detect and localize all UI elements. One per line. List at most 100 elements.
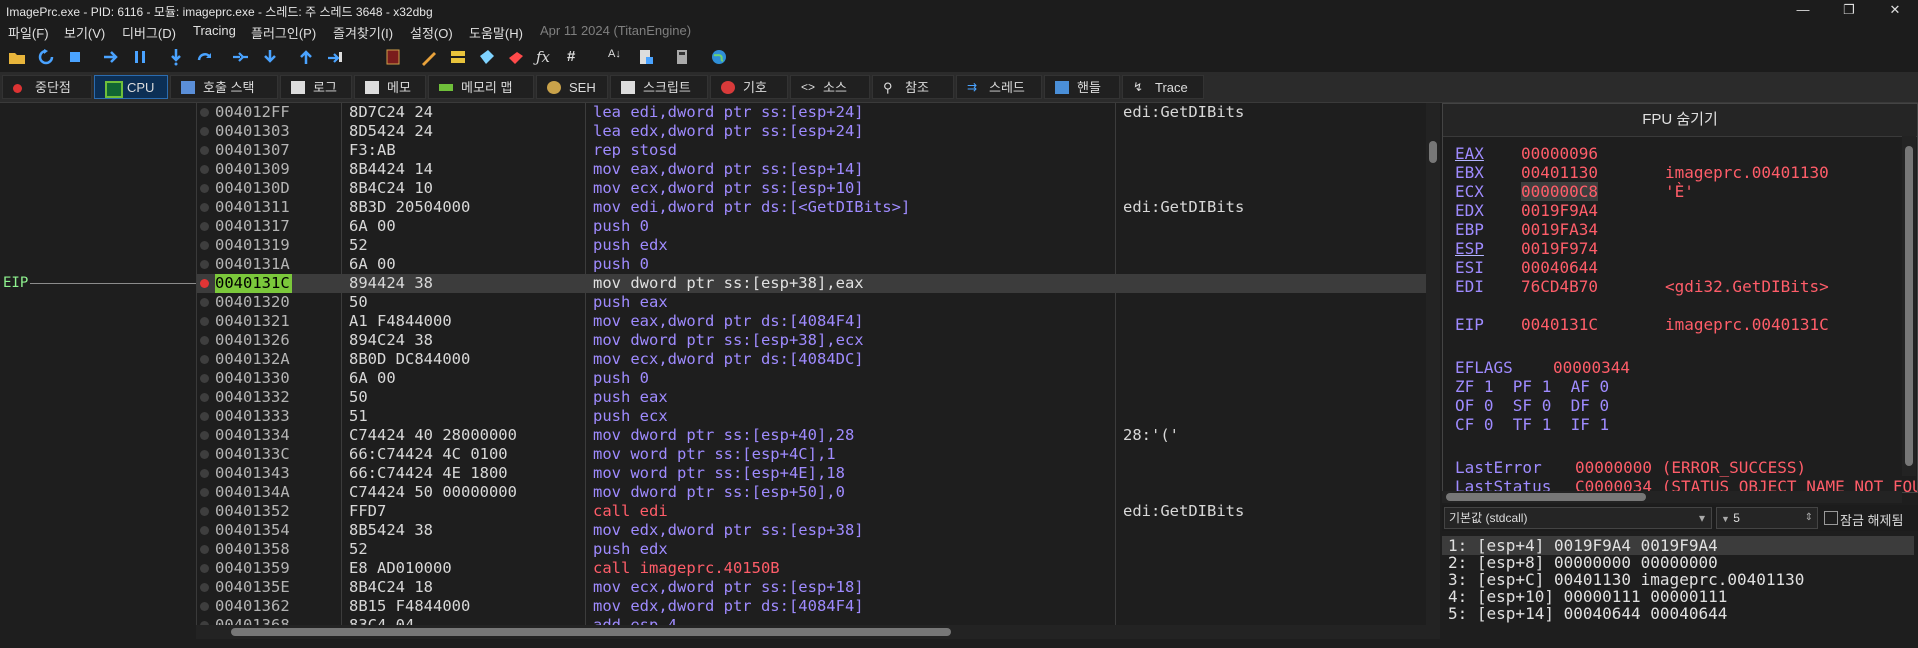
disasm-row[interactable]: 00401330 6A 00 push 0 — [197, 369, 1427, 388]
disasm-row[interactable]: 00401320 50 push eax — [197, 293, 1427, 312]
breakpoint-slot-icon[interactable] — [200, 583, 209, 592]
registers-panel[interactable]: FPU 숨기기 EAX 00000096 EBX 00401130 imageprc.… — [1442, 103, 1918, 493]
argument-count-spinner[interactable]: ▼ 5 ⇕ — [1716, 507, 1818, 529]
breakpoint-slot-icon[interactable] — [200, 355, 209, 364]
step-into-icon[interactable] — [167, 48, 185, 66]
breakpoint-slot-icon[interactable] — [200, 222, 209, 231]
menu-favourites[interactable]: 즐겨찾기(I) — [333, 23, 393, 42]
breakpoint-icon[interactable] — [200, 279, 209, 288]
trace-over-icon[interactable] — [261, 48, 279, 66]
tab-memory-map[interactable]: 메모리 맵 — [428, 75, 534, 99]
tab-references[interactable]: ⚲ 참조 — [872, 75, 954, 99]
register-eflags[interactable]: EFLAGS 00000344 — [1455, 358, 1630, 377]
tab-cpu[interactable]: CPU — [94, 75, 168, 99]
page-icon[interactable] — [637, 48, 655, 66]
tab-notes[interactable]: 메모 — [354, 75, 426, 99]
flags-row[interactable]: OF 0 SF 0 DF 0 — [1455, 396, 1609, 415]
register-ebx[interactable]: EBX 00401130 imageprc.00401130 — [1455, 163, 1829, 182]
breakpoint-slot-icon[interactable] — [200, 108, 209, 117]
register-edx[interactable]: EDX 0019F9A4 — [1455, 201, 1598, 220]
register-ebp[interactable]: EBP 0019FA34 — [1455, 220, 1598, 239]
calculator-icon[interactable] — [673, 48, 691, 66]
disasm-row[interactable]: 00401317 6A 00 push 0 — [197, 217, 1427, 236]
hide-fpu-button[interactable]: FPU 숨기기 — [1443, 104, 1917, 137]
disasm-row[interactable]: 0040131A 6A 00 push 0 — [197, 255, 1427, 274]
register-esp[interactable]: ESP 0019F974 — [1455, 239, 1598, 258]
tab-threads[interactable]: ⇉ 스레드 — [956, 75, 1042, 99]
breakpoint-slot-icon[interactable] — [200, 317, 209, 326]
breakpoint-slot-icon[interactable] — [200, 260, 209, 269]
breakpoint-slot-icon[interactable] — [200, 450, 209, 459]
menu-debug[interactable]: 디버그(D) — [122, 23, 176, 42]
register-ecx[interactable]: ECX 000000C8 'È' — [1455, 182, 1694, 201]
call-arguments-view[interactable]: 1: [esp+4] 0019F9A4 0019F9A4 2: [esp+8] 0… — [1442, 532, 1918, 648]
breakpoint-slot-icon[interactable] — [200, 564, 209, 573]
breakpoint-slot-icon[interactable] — [200, 336, 209, 345]
call-argument-row[interactable]: 5: [esp+14] 00040644 00040644 — [1448, 604, 1727, 623]
functions-icon[interactable]: ƒx — [536, 48, 554, 66]
disasm-row[interactable]: 0040130D 8B4C24 10 mov ecx,dword ptr ss:[e… — [197, 179, 1427, 198]
disassembly-horizontal-scrollbar[interactable] — [196, 625, 1440, 639]
disassembly-view[interactable]: 004012FF 8D7C24 24 lea edi,dword ptr ss:[e… — [196, 103, 1427, 625]
flags-row[interactable]: CF 0 TF 1 IF 1 — [1455, 415, 1609, 434]
breakpoint-slot-icon[interactable] — [200, 469, 209, 478]
menu-tracing[interactable]: Tracing — [193, 23, 236, 38]
register-eip[interactable]: EIP 0040131C imageprc.0040131C — [1455, 315, 1829, 334]
disasm-row[interactable]: 00401326 894C24 38 mov dword ptr ss:[esp+3… — [197, 331, 1427, 350]
disasm-row[interactable]: 004012FF 8D7C24 24 lea edi,dword ptr ss:[e… — [197, 103, 1427, 122]
minimize-button[interactable]: — — [1780, 0, 1826, 20]
breakpoint-slot-icon[interactable] — [200, 602, 209, 611]
restart-icon[interactable] — [37, 48, 55, 66]
run-to-user-code-icon[interactable] — [326, 48, 344, 66]
comments-icon[interactable] — [449, 48, 467, 66]
register-esi[interactable]: ESI 00040644 — [1455, 258, 1598, 277]
tab-symbols[interactable]: 기호 — [710, 75, 788, 99]
disasm-row[interactable]: 0040134A C74424 50 00000000 mov dword ptr … — [197, 483, 1427, 502]
breakpoint-slot-icon[interactable] — [200, 298, 209, 307]
menu-plugins[interactable]: 플러그인(P) — [251, 23, 316, 42]
disassembly-vertical-scrollbar[interactable] — [1426, 103, 1440, 625]
disasm-row[interactable]: 0040133C 66:C74424 4C 0100 mov word ptr ss… — [197, 445, 1427, 464]
step-over-icon[interactable] — [196, 48, 214, 66]
scroll-thumb[interactable] — [231, 628, 951, 636]
bookmarks-icon[interactable] — [507, 48, 525, 66]
register-eax[interactable]: EAX 00000096 — [1455, 144, 1598, 163]
disasm-row[interactable]: 0040135E 8B4C24 18 mov ecx,dword ptr ss:[e… — [197, 578, 1427, 597]
flags-row[interactable]: ZF 1 PF 1 AF 0 — [1455, 377, 1609, 396]
tab-source[interactable]: <> 소스 — [790, 75, 870, 99]
tab-script[interactable]: 스크립트 — [610, 75, 708, 99]
tab-breakpoints[interactable]: 중단점 — [2, 75, 92, 99]
restore-button[interactable]: ❐ — [1826, 0, 1872, 20]
breakpoint-slot-icon[interactable] — [200, 127, 209, 136]
disasm-row[interactable]: 0040132A 8B0D DC844000 mov ecx,dword ptr d… — [197, 350, 1427, 369]
menu-view[interactable]: 보기(V) — [64, 23, 105, 42]
disasm-row[interactable]: 00401319 52 push edx — [197, 236, 1427, 255]
breakpoint-slot-icon[interactable] — [200, 184, 209, 193]
pause-icon[interactable] — [131, 48, 149, 66]
breakpoint-slot-icon[interactable] — [200, 488, 209, 497]
patches-icon[interactable] — [420, 48, 438, 66]
register-edi[interactable]: EDI 76CD4B70 <gdi32.GetDIBits> — [1455, 277, 1829, 296]
tab-seh[interactable]: SEH — [536, 75, 608, 99]
execute-till-return-icon[interactable] — [297, 48, 315, 66]
registers-vertical-scrollbar[interactable] — [1902, 136, 1916, 476]
globe-icon[interactable] — [710, 48, 728, 66]
disasm-row[interactable]: 00401307 F3:AB rep stosd — [197, 141, 1427, 160]
open-folder-icon[interactable] — [8, 48, 26, 66]
scroll-thumb[interactable] — [1905, 146, 1913, 466]
disasm-row[interactable]: 00401362 8B15 F4844000 mov edx,dword ptr d… — [197, 597, 1427, 616]
tab-log[interactable]: 로그 — [280, 75, 352, 99]
disasm-row[interactable]: 00401321 A1 F4844000 mov eax,dword ptr ds:… — [197, 312, 1427, 331]
last-error[interactable]: LastError 00000000 (ERROR_SUCCESS) — [1455, 458, 1806, 477]
menu-options[interactable]: 설정(O) — [410, 23, 453, 42]
menu-file[interactable]: 파일(F) — [8, 23, 49, 42]
breakpoint-slot-icon[interactable] — [200, 146, 209, 155]
disasm-row[interactable]: 00401358 52 push edx — [197, 540, 1427, 559]
disasm-row[interactable]: 00401352 FFD7 call edi edi:GetDIBits — [197, 502, 1427, 521]
breakpoint-slot-icon[interactable] — [200, 412, 209, 421]
tab-trace[interactable]: ↯ Trace — [1122, 75, 1204, 99]
disasm-row[interactable]: 00401333 51 push ecx — [197, 407, 1427, 426]
labels-icon[interactable] — [478, 48, 496, 66]
breakpoint-slot-icon[interactable] — [200, 526, 209, 535]
lock-checkbox[interactable] — [1824, 511, 1838, 525]
